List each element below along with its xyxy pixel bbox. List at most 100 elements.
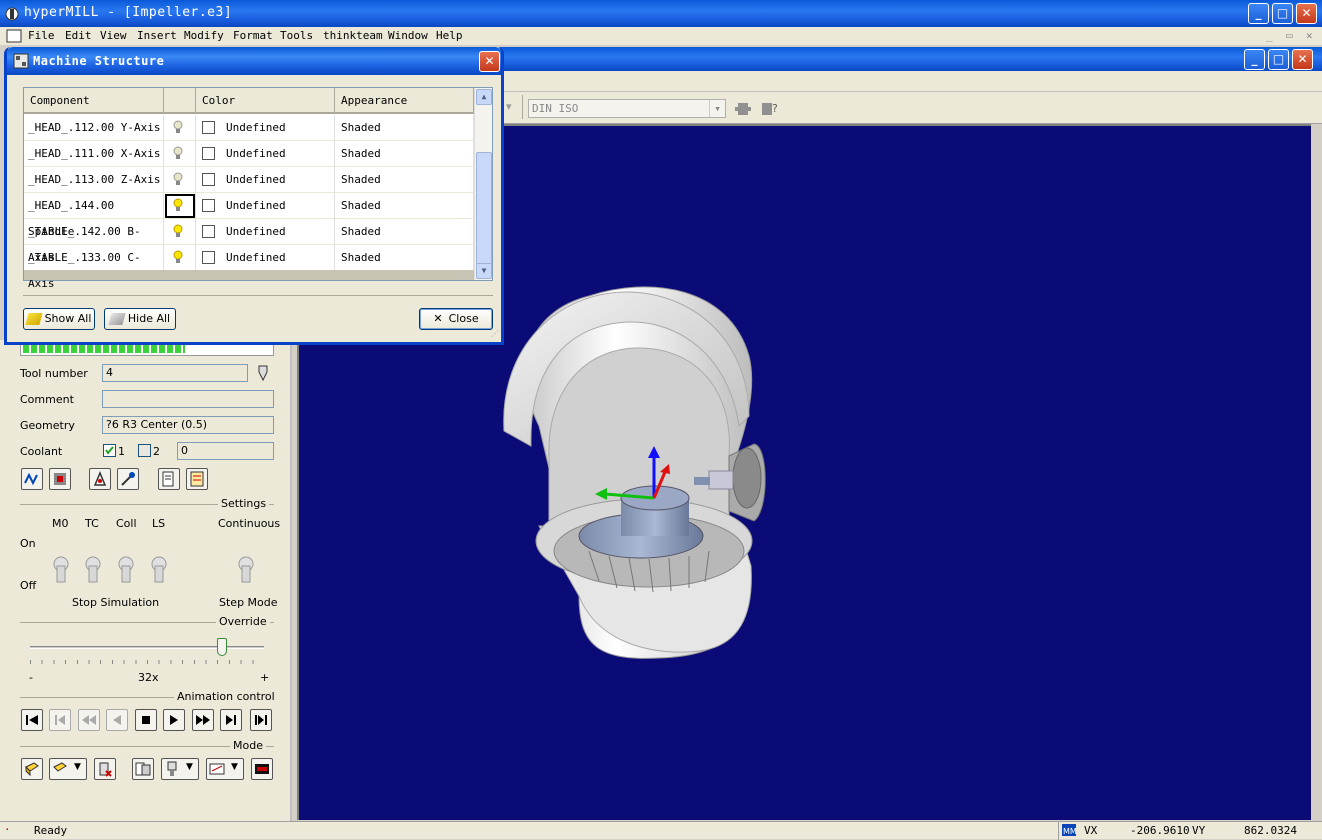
menu-format[interactable]: Format [233, 29, 273, 42]
tool-check-button[interactable] [117, 468, 139, 490]
go-to-end-button[interactable] [250, 709, 272, 731]
color-cell[interactable]: Undefined [196, 193, 335, 219]
appearance-cell[interactable]: Shaded [335, 141, 474, 167]
tool-icon[interactable] [256, 364, 270, 382]
color-swatch[interactable] [202, 173, 215, 186]
table-row[interactable]: _HEAD_.111.00 X-Axis Undefined Shaded [24, 141, 474, 167]
color-cell[interactable]: Undefined [196, 115, 335, 141]
mdi-minimize-icon[interactable]: _ [1266, 29, 1273, 42]
override-slider-track[interactable] [30, 646, 264, 649]
geometry-field[interactable]: ?6 R3 Center (0.5) [102, 416, 274, 434]
stop-button[interactable] [135, 709, 157, 731]
scroll-down-icon[interactable]: ▼ [476, 263, 492, 279]
go-to-start-button[interactable] [21, 709, 43, 731]
doc-maximize-button[interactable]: □ [1268, 49, 1289, 70]
menu-thinkteam[interactable]: thinkteam [323, 29, 383, 42]
color-cell[interactable]: Undefined [196, 245, 335, 271]
column-color[interactable]: Color [196, 88, 335, 114]
maximize-button[interactable]: □ [1272, 3, 1293, 24]
coolant-1-checkbox[interactable] [103, 444, 116, 457]
color-swatch[interactable] [202, 225, 215, 238]
report-button[interactable] [158, 468, 180, 490]
play-backward-button[interactable] [106, 709, 128, 731]
compare-mode-button[interactable] [132, 758, 154, 780]
ls-toggle-switch[interactable] [150, 556, 168, 584]
tc-toggle-switch[interactable] [84, 556, 102, 584]
comment-field[interactable] [102, 390, 274, 408]
column-visibility[interactable] [164, 88, 196, 114]
table-row[interactable]: _TABLE_.133.00 C-Axis Undefined Shaded [24, 245, 474, 290]
table-row[interactable]: _HEAD_.144.00 Spindle Undefined Shaded [24, 193, 474, 238]
menu-file[interactable]: File [28, 29, 55, 42]
table-row[interactable]: _TABLE_.142.00 B-Axis Undefined Shaded [24, 219, 474, 264]
visibility-toggle[interactable] [164, 167, 196, 193]
resize-grip-icon[interactable]: ⋰ [491, 329, 499, 338]
appearance-cell[interactable]: Shaded [335, 115, 474, 141]
menu-view[interactable]: View [100, 29, 127, 42]
color-cell[interactable]: Undefined [196, 167, 335, 193]
menu-insert[interactable]: Insert [137, 29, 177, 42]
fast-rewind-button[interactable] [78, 709, 100, 731]
show-all-button[interactable]: Show All [23, 308, 95, 330]
machine-view-button[interactable] [49, 468, 71, 490]
visibility-toggle[interactable] [164, 219, 196, 245]
doc-minimize-button[interactable]: _ [1244, 49, 1265, 70]
color-cell[interactable]: Undefined [196, 141, 335, 167]
mdi-restore-icon[interactable]: ▭ [1286, 29, 1293, 42]
mdi-close-icon[interactable]: ✕ [1306, 29, 1313, 42]
fast-forward-button[interactable] [192, 709, 214, 731]
column-component[interactable]: Component [24, 88, 164, 114]
menu-tools[interactable]: Tools [280, 29, 313, 42]
tool-mode-dropdown[interactable]: ▼ [161, 758, 199, 780]
dialog-close-icon[interactable]: ✕ [479, 51, 500, 72]
tool-display-button[interactable] [89, 468, 111, 490]
visibility-toggle[interactable] [164, 193, 196, 219]
collision-mode-button[interactable] [94, 758, 116, 780]
menu-help[interactable]: Help [436, 29, 463, 42]
continuous-toggle-switch[interactable] [237, 556, 255, 584]
appearance-cell[interactable]: Shaded [335, 245, 474, 271]
color-swatch[interactable] [202, 121, 215, 134]
scroll-up-icon[interactable]: ▲ [476, 89, 492, 105]
stock-options-dropdown[interactable]: ▼ [49, 758, 87, 780]
coolant-2-checkbox[interactable] [138, 444, 151, 457]
m0-toggle-switch[interactable] [52, 556, 70, 584]
override-slider-thumb[interactable] [216, 638, 227, 656]
doc-close-button[interactable]: ✕ [1292, 49, 1313, 70]
appearance-cell[interactable]: Shaded [335, 219, 474, 245]
display-mode-dropdown[interactable]: ▼ [206, 758, 244, 780]
next-operation-button[interactable] [220, 709, 242, 731]
postprocessor-select[interactable]: DIN ISO ▾ [528, 99, 726, 118]
table-row[interactable]: _HEAD_.113.00 Z-Axis Undefined Shaded [24, 167, 474, 193]
plug-help-icon[interactable]: ? [760, 100, 780, 118]
appearance-cell[interactable]: Shaded [335, 193, 474, 219]
table-row[interactable]: _HEAD_.112.00 Y-Axis Undefined Shaded [24, 115, 474, 141]
minimize-button[interactable]: _ [1248, 3, 1269, 24]
column-appearance[interactable]: Appearance [335, 88, 474, 114]
list-button[interactable] [186, 468, 208, 490]
visibility-toggle[interactable] [164, 141, 196, 167]
play-button[interactable] [163, 709, 185, 731]
color-swatch[interactable] [202, 199, 215, 212]
close-app-button[interactable]: ✕ [1296, 3, 1317, 24]
close-button[interactable]: ✕ Close [419, 308, 493, 330]
table-scrollbar[interactable]: ▲ ▼ [474, 88, 492, 280]
menu-edit[interactable]: Edit [65, 29, 92, 42]
visibility-toggle[interactable] [164, 245, 196, 271]
plug-in-icon[interactable] [734, 100, 752, 118]
color-swatch[interactable] [202, 147, 215, 160]
previous-operation-button[interactable] [49, 709, 71, 731]
toolbar-dropdown-arrow-icon[interactable]: ▾ [506, 100, 512, 113]
coll-toggle-switch[interactable] [117, 556, 135, 584]
tool-number-field[interactable]: 4 [102, 364, 248, 382]
appearance-cell[interactable]: Shaded [335, 167, 474, 193]
color-cell[interactable]: Undefined [196, 219, 335, 245]
menu-modify[interactable]: Modify [184, 29, 224, 42]
record-button[interactable] [251, 758, 273, 780]
coolant-value-field[interactable]: 0 [177, 442, 274, 460]
color-swatch[interactable] [202, 251, 215, 264]
scroll-thumb[interactable] [476, 152, 492, 266]
hide-all-button[interactable]: Hide All [104, 308, 176, 330]
stock-mode-button[interactable] [21, 758, 43, 780]
menu-window[interactable]: Window [388, 29, 428, 42]
